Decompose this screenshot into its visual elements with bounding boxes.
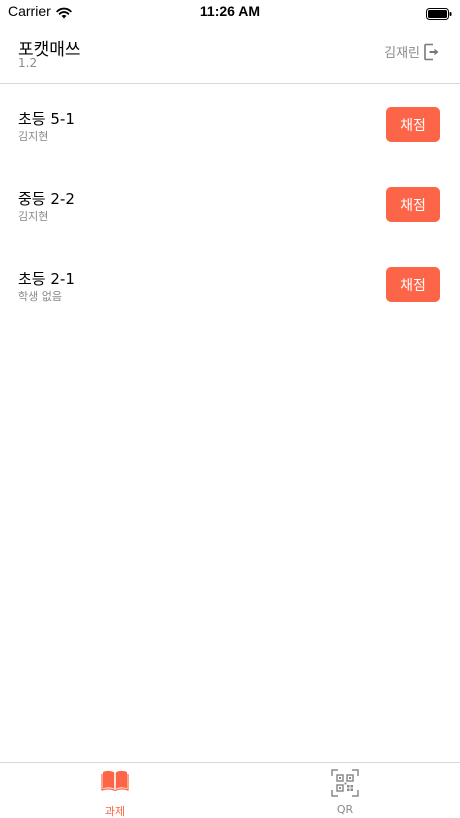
qr-code-icon bbox=[331, 769, 359, 801]
class-row[interactable]: 초등 5-1 김지현 채점 bbox=[0, 84, 460, 164]
class-student: 김지현 bbox=[18, 130, 49, 143]
tab-label: 과제 bbox=[104, 805, 126, 818]
class-name: 초등 2-1 bbox=[18, 270, 75, 288]
class-student: 김지현 bbox=[18, 210, 49, 223]
tab-label: QR bbox=[336, 803, 354, 816]
book-icon bbox=[101, 769, 129, 795]
logout-button[interactable] bbox=[424, 43, 440, 61]
class-row[interactable]: 중등 2-2 김지현 채점 bbox=[0, 164, 460, 244]
grade-button[interactable]: 채점 bbox=[386, 267, 440, 302]
grade-button[interactable]: 채점 bbox=[386, 107, 440, 142]
class-list: 초등 5-1 김지현 채점 중등 2-2 김지현 채점 초등 2-1 학생 없음… bbox=[0, 84, 460, 324]
status-time: 11:26 AM bbox=[199, 3, 261, 19]
class-name: 초등 5-1 bbox=[18, 110, 75, 128]
screen: Carrier 11:26 AM 포캣매쓰 1.2 김재린 초등 5-1 김지현… bbox=[0, 0, 460, 818]
tab-bar: 과제 QR bbox=[0, 762, 460, 818]
class-row[interactable]: 초등 2-1 학생 없음 채점 bbox=[0, 244, 460, 324]
logout-icon bbox=[424, 43, 439, 61]
status-bar: Carrier 11:26 AM bbox=[0, 0, 460, 24]
user-name: 김재린 bbox=[384, 46, 420, 61]
class-name: 중등 2-2 bbox=[18, 190, 75, 208]
tab-assignments[interactable]: 과제 bbox=[0, 763, 230, 818]
class-student: 학생 없음 bbox=[18, 290, 62, 303]
grade-button[interactable]: 채점 bbox=[386, 187, 440, 222]
battery-icon bbox=[426, 5, 452, 24]
app-header: 포캣매쓰 1.2 김재린 bbox=[0, 30, 460, 84]
tab-qr[interactable]: QR bbox=[230, 763, 460, 818]
app-version: 1.2 bbox=[18, 56, 38, 70]
